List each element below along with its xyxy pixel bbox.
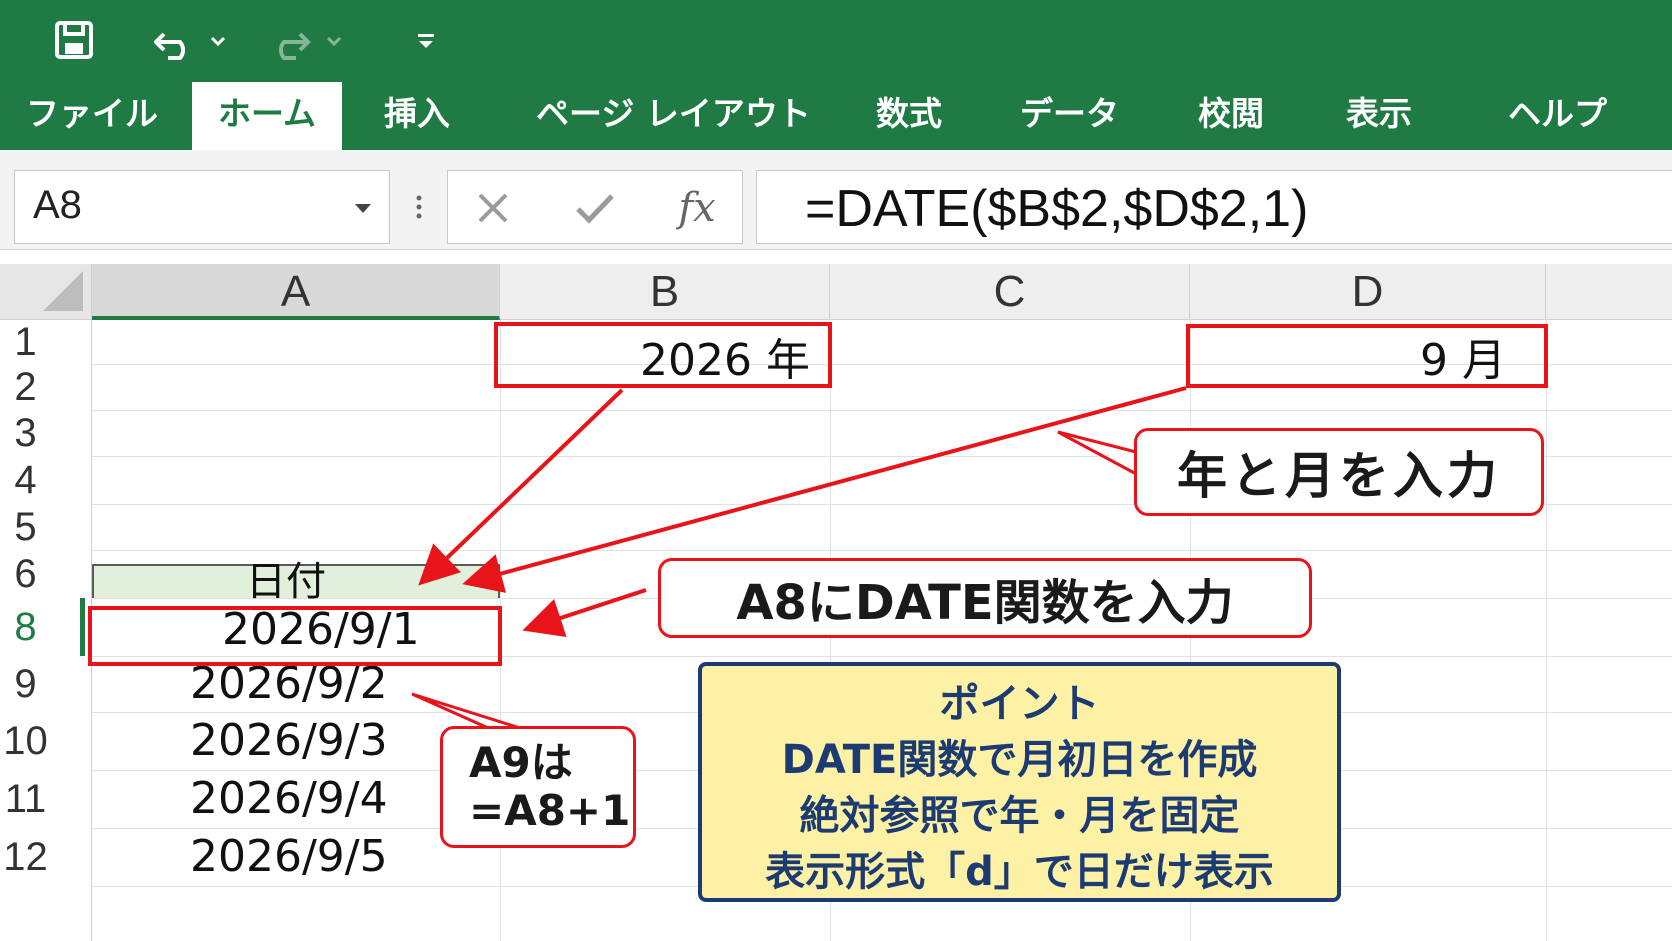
undo-button[interactable] — [154, 14, 234, 66]
point-line-2: 絶対参照で年・月を固定 — [799, 793, 1240, 839]
formula-input[interactable]: =DATE($B$2,$D$2,1) — [756, 170, 1672, 244]
tab-formulas[interactable]: 数式 — [876, 78, 942, 150]
cancel-button[interactable] — [468, 183, 518, 233]
row-header-5[interactable]: 5 — [0, 504, 92, 550]
selected-row-marker — [80, 598, 85, 656]
formula-bar-area: A8 fx =DATE($B$2,$D$2,1) — [0, 150, 1672, 250]
save-button[interactable] — [46, 14, 102, 66]
cell-a12[interactable]: 2026/9/5 — [190, 828, 388, 886]
name-box-value: A8 — [33, 183, 82, 227]
close-icon — [478, 193, 508, 223]
tab-home[interactable]: ホーム — [192, 82, 342, 150]
tab-file[interactable]: ファイル — [26, 78, 158, 150]
ribbon-tabs: ファイル ホーム 挿入 ページ レイアウト 数式 データ 校閲 表示 ヘルプ — [0, 78, 1672, 150]
redo-icon — [279, 32, 342, 60]
formula-text: =DATE($B$2,$D$2,1) — [805, 180, 1309, 238]
column-header-c[interactable]: C — [830, 264, 1190, 320]
gridline — [1546, 320, 1547, 941]
customize-qat-button[interactable] — [408, 14, 444, 66]
fx-icon: fx — [678, 185, 716, 231]
point-line-1: DATE関数で月初日を作成 — [781, 737, 1258, 783]
column-header-b[interactable]: B — [500, 264, 830, 320]
tab-review[interactable]: 校閲 — [1198, 78, 1264, 150]
select-all-button[interactable] — [0, 264, 92, 320]
row-header-6[interactable]: 6 — [0, 550, 92, 598]
tab-data[interactable]: データ — [1020, 78, 1119, 150]
row-header-filler — [0, 886, 92, 941]
point-line-3: 表示形式「d」で日だけ表示 — [765, 849, 1274, 895]
column-header-e[interactable] — [1546, 264, 1672, 320]
tab-help[interactable]: ヘルプ — [1508, 78, 1607, 150]
chevron-down-icon[interactable] — [353, 201, 373, 215]
quick-access-toolbar — [0, 0, 1672, 78]
highlight-box-d1 — [1186, 324, 1548, 388]
undo-icon — [154, 32, 226, 60]
save-icon — [55, 21, 93, 59]
column-header-a[interactable]: A — [92, 264, 500, 320]
customize-qat-icon — [418, 34, 434, 48]
insert-function-button[interactable]: fx — [672, 183, 722, 233]
callout-a9-line1: A9は — [469, 738, 573, 787]
row-header-2[interactable]: 2 — [0, 364, 92, 410]
highlight-box-b1 — [494, 322, 832, 388]
row-header-10[interactable]: 10 — [0, 712, 92, 770]
gridline — [92, 550, 1672, 551]
tab-page-layout[interactable]: ページ レイアウト — [536, 78, 811, 150]
column-header-d[interactable]: D — [1190, 264, 1546, 320]
callout-input-year-month: 年と月を入力 — [1134, 428, 1544, 516]
row-header-1[interactable]: 1 — [0, 320, 92, 364]
row-header-9[interactable]: 9 — [0, 656, 92, 712]
callout-a9: A9は =A8+1 — [440, 726, 636, 848]
gridline — [92, 410, 1672, 411]
check-icon — [576, 194, 614, 224]
cell-a11[interactable]: 2026/9/4 — [190, 770, 388, 828]
cell-a10[interactable]: 2026/9/3 — [190, 712, 388, 770]
point-summary-box: ポイント DATE関数で月初日を作成 絶対参照で年・月を固定 表示形式「d」で日… — [698, 662, 1341, 902]
row-header-8[interactable]: 8 — [0, 598, 92, 656]
cell-a6-text: 日付 — [246, 559, 326, 605]
row-header-4[interactable]: 4 — [0, 456, 92, 504]
callout-a8-date: A8にDATE関数を入力 — [658, 558, 1312, 638]
name-box[interactable]: A8 — [14, 170, 390, 244]
highlight-box-a8 — [88, 606, 502, 666]
tab-insert[interactable]: 挿入 — [384, 78, 450, 150]
point-title: ポイント — [939, 681, 1100, 727]
row-header-11[interactable]: 11 — [0, 770, 92, 828]
more-options-icon[interactable] — [414, 194, 424, 220]
redo-button[interactable] — [270, 14, 350, 66]
tab-view[interactable]: 表示 — [1346, 78, 1412, 150]
row-header-3[interactable]: 3 — [0, 410, 92, 456]
row-header-12[interactable]: 12 — [0, 828, 92, 886]
enter-button[interactable] — [570, 183, 620, 233]
callout-a9-line2: =A8+1 — [469, 786, 631, 835]
formula-buttons: fx — [447, 170, 743, 244]
